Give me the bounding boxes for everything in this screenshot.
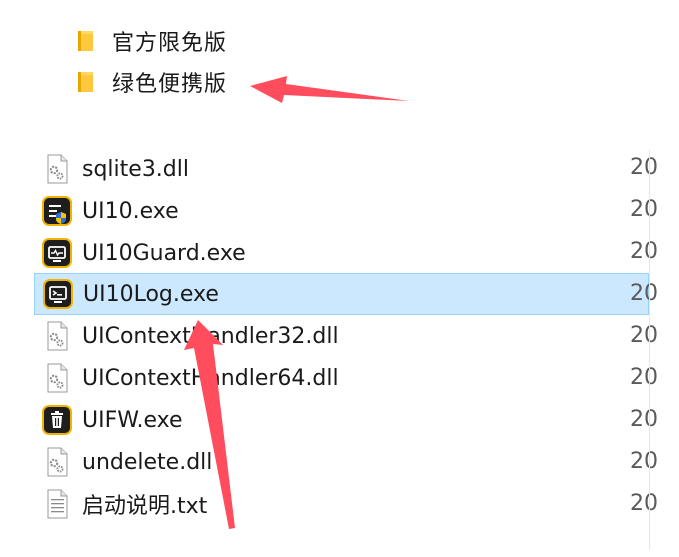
- file-row-readme[interactable]: 启动说明.txt: [34, 483, 649, 525]
- file-date: 20: [630, 155, 658, 180]
- file-name: UI10Guard.exe: [82, 240, 246, 266]
- folder-label: 官方限免版: [112, 31, 228, 56]
- file-name: UIFW.exe: [82, 407, 183, 433]
- ui10guard-app-icon: [42, 238, 72, 268]
- file-name: UIContextHandler32.dll: [82, 323, 339, 349]
- file-row-uifw[interactable]: UIFW.exe: [34, 399, 649, 441]
- file-row-ui10[interactable]: UI10.exe: [34, 190, 649, 232]
- file-date: 20: [630, 281, 658, 306]
- folder-icon: [78, 72, 93, 92]
- file-date: 20: [630, 449, 658, 474]
- annotation-arrow-folder: [250, 76, 409, 103]
- file-name: UI10Log.exe: [83, 281, 219, 307]
- folder-label: 绿色便携版: [112, 72, 228, 97]
- dll-gear-icon: [47, 447, 68, 477]
- ui10-app-icon: [42, 196, 72, 226]
- file-date: 20: [630, 239, 658, 264]
- file-name: UI10.exe: [82, 198, 179, 224]
- text-file-icon: [47, 489, 68, 519]
- file-name: UIContextHandler64.dll: [82, 365, 339, 391]
- file-date: 20: [630, 365, 658, 390]
- dll-gear-icon: [47, 154, 68, 184]
- file-row-sqlite3[interactable]: sqlite3.dll: [34, 150, 649, 190]
- folder-item-portable[interactable]: 绿色便携版: [78, 67, 227, 97]
- file-name: 启动说明.txt: [82, 494, 208, 519]
- dll-gear-icon: [47, 363, 68, 393]
- file-name: sqlite3.dll: [82, 156, 189, 182]
- file-list: sqlite3.dll UI10.exe UI10Guard.exe UI10L…: [0, 150, 679, 550]
- trash-app-icon: [42, 405, 72, 435]
- file-date: 20: [630, 197, 658, 222]
- ui10log-app-icon: [43, 279, 73, 309]
- folder-icon: [78, 31, 93, 51]
- dll-gear-icon: [47, 321, 68, 351]
- folder-item-official[interactable]: 官方限免版: [78, 26, 227, 56]
- file-row-ui10guard[interactable]: UI10Guard.exe: [34, 232, 649, 274]
- file-date: 20: [630, 323, 658, 348]
- file-row-ui10log[interactable]: UI10Log.exe: [34, 273, 649, 315]
- file-row-undelete[interactable]: undelete.dll: [34, 441, 649, 483]
- file-date: 20: [630, 407, 658, 432]
- file-name: undelete.dll: [82, 449, 213, 475]
- list-edge-divider: [649, 150, 650, 550]
- file-row-uicontexthandler64[interactable]: UIContextHandler64.dll: [34, 357, 649, 399]
- file-row-uicontexthandler32[interactable]: UIContextHandler32.dll: [34, 315, 649, 357]
- file-date: 20: [630, 491, 658, 516]
